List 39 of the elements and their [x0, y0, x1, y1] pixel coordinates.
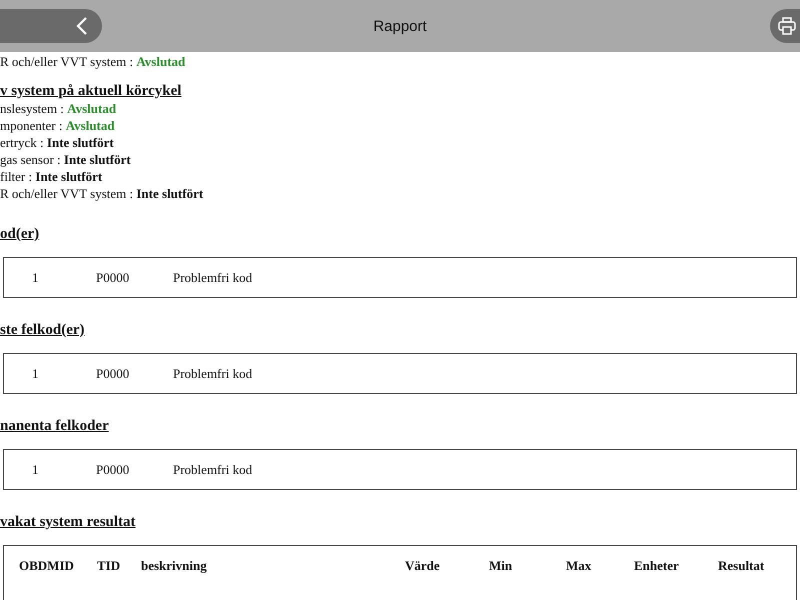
table-cell: P0000: [96, 270, 130, 285]
table-cell: P0000: [96, 462, 130, 477]
status-value: Inte slutfört: [35, 169, 102, 184]
section-heading: od(er): [0, 226, 40, 243]
status-label: nslesystem :: [0, 101, 65, 116]
table-cell: 1: [32, 366, 38, 381]
table-cell: Problemfri kod: [173, 270, 252, 285]
status-label: filter :: [0, 169, 34, 184]
status-label: R och/eller VVT system :: [0, 54, 134, 69]
table-cell: Problemfri kod: [173, 462, 252, 477]
section-heading: ste felkod(er): [0, 322, 86, 339]
column-header: beskrivning: [141, 557, 207, 575]
table-cell: 1: [32, 270, 38, 285]
back-icon: [76, 16, 88, 36]
status-label: R och/eller VVT system :: [0, 186, 134, 201]
section-heading: nanenta felkoder: [0, 418, 110, 435]
table-cell: P0000: [96, 366, 130, 381]
status-label: gas sensor :: [0, 152, 62, 167]
section-heading: vakat system resultat: [0, 514, 137, 531]
section-heading: v system på aktuell körcykel: [0, 83, 182, 100]
column-header: TID: [97, 557, 120, 575]
status-value: Avslutad: [66, 118, 115, 133]
table-cell: Problemfri kod: [173, 366, 252, 381]
page-title: Rapport: [372, 17, 428, 37]
column-header: Resultat: [718, 557, 764, 575]
status-value: Avslutad: [136, 54, 186, 69]
status-value: Inte slutfört: [46, 135, 114, 150]
print-icon: [778, 17, 796, 35]
column-header: OBDMID: [19, 557, 74, 575]
column-header: Enheter: [634, 557, 679, 575]
column-header: Min: [489, 557, 512, 575]
column-header: Max: [566, 557, 592, 575]
status-value: Inte slutfört: [136, 186, 204, 201]
status-label: ertryck :: [0, 135, 45, 150]
table-cell: 1: [32, 462, 38, 477]
status-value: Inte slutfört: [64, 152, 131, 167]
status-value: Avslutad: [67, 101, 116, 116]
status-label: mponenter :: [0, 118, 64, 133]
column-header: Värde: [405, 557, 440, 575]
